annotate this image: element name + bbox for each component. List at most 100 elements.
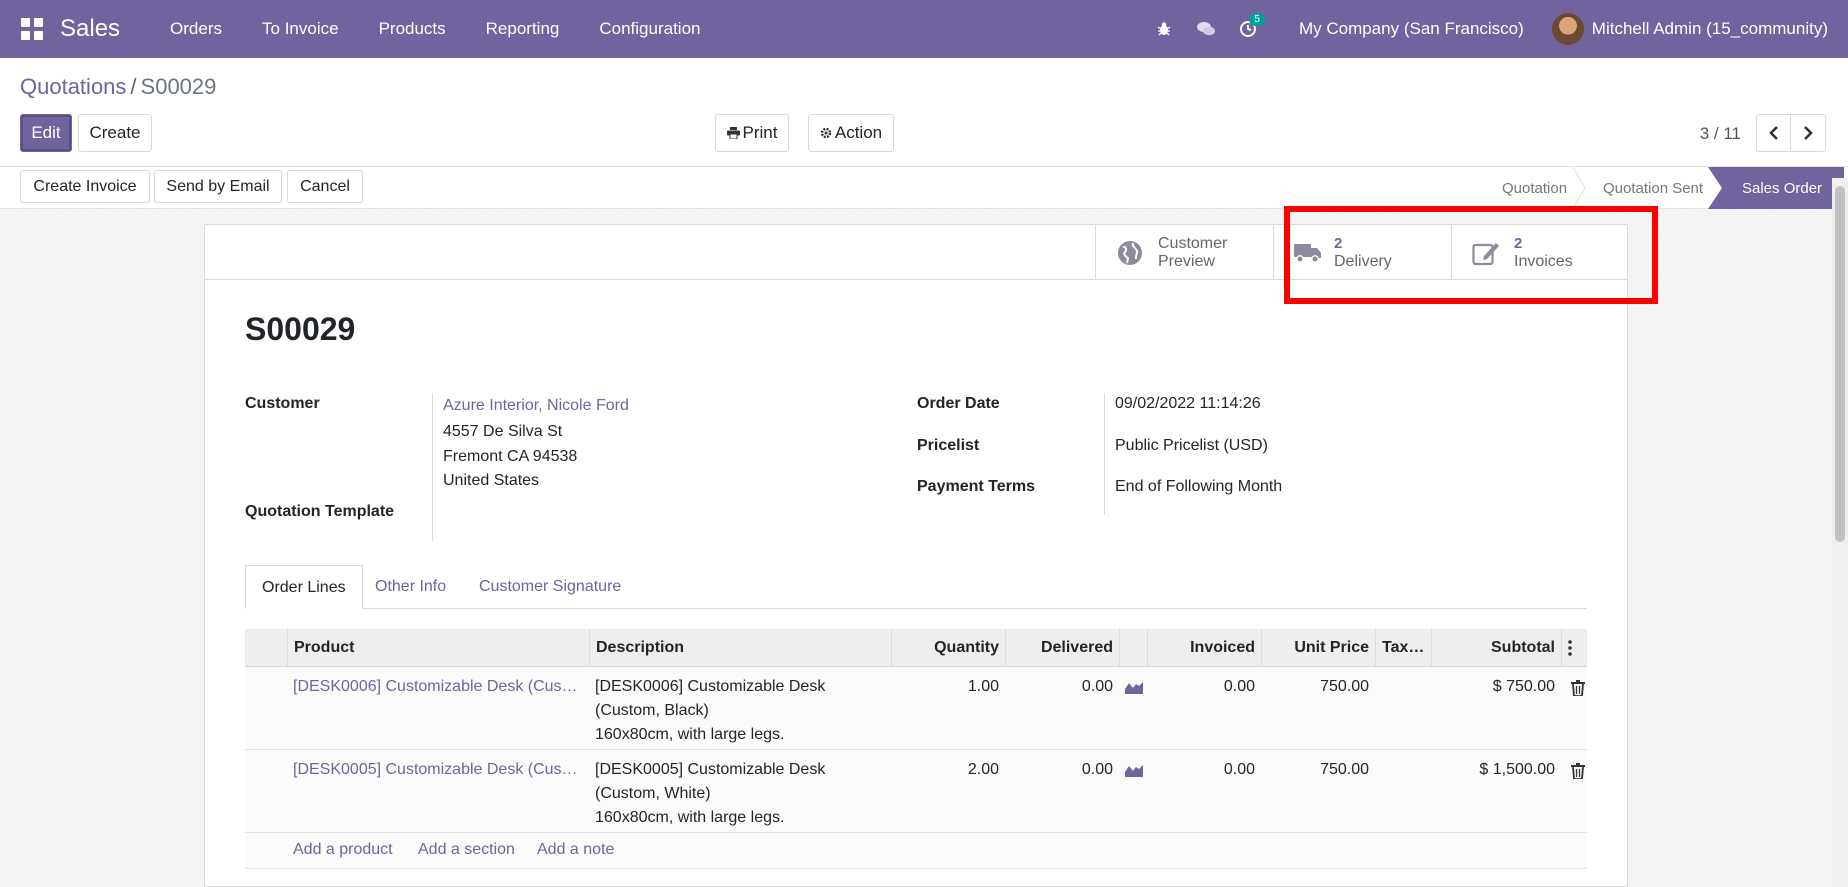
order-date-value: 09/02/2022 11:14:26 bbox=[1115, 395, 1261, 412]
row-delivered: 0.00 bbox=[1081, 678, 1113, 695]
add-line-row: Add a product Add a section Add a note bbox=[245, 833, 1587, 869]
row-description-line: [DESK0005] Customizable Desk bbox=[595, 761, 826, 778]
row-product[interactable]: [DESK0006] Customizable Desk (Cus… bbox=[293, 675, 578, 699]
stage-quotation-sent[interactable]: Quotation Sent bbox=[1603, 167, 1703, 209]
send-by-email-button[interactable]: Send by Email bbox=[154, 170, 282, 203]
row-invoiced: 0.00 bbox=[1223, 678, 1255, 695]
address-country: United States bbox=[443, 472, 540, 489]
tab-customer-signature[interactable]: Customer Signature bbox=[463, 565, 637, 609]
row-description-line: 160x80cm, with large legs. bbox=[595, 726, 785, 743]
order-lines-header: Product Description Quantity Delivered I… bbox=[245, 629, 1587, 667]
add-section-link[interactable]: Add a section bbox=[418, 841, 515, 859]
create-invoice-button[interactable]: Create Invoice bbox=[20, 170, 150, 203]
company-switcher[interactable]: My Company (San Francisco) bbox=[1269, 19, 1552, 39]
tab-other-info[interactable]: Other Info bbox=[359, 565, 462, 609]
pager-next-button[interactable] bbox=[1790, 114, 1826, 152]
row-description-line: [DESK0006] Customizable Desk bbox=[595, 678, 826, 695]
action-button[interactable]: Action bbox=[808, 114, 894, 152]
quotation-template-label: Quotation Template bbox=[245, 503, 395, 520]
menu-reporting[interactable]: Reporting bbox=[466, 0, 580, 58]
column-options-icon[interactable] bbox=[1561, 629, 1587, 667]
row-delivered: 0.00 bbox=[1081, 761, 1113, 778]
bug-icon[interactable] bbox=[1143, 0, 1185, 58]
col-product[interactable]: Product bbox=[287, 629, 583, 667]
order-date-label: Order Date bbox=[917, 395, 1000, 412]
col-description[interactable]: Description bbox=[589, 629, 884, 667]
order-name: S00029 bbox=[245, 311, 356, 347]
row-quantity: 1.00 bbox=[967, 678, 999, 695]
preview-line1: Customer bbox=[1158, 234, 1228, 252]
payment-terms-value: End of Following Month bbox=[1115, 478, 1283, 495]
avatar bbox=[1551, 13, 1584, 45]
menu-products[interactable]: Products bbox=[359, 0, 466, 58]
print-button[interactable]: Print bbox=[715, 114, 789, 152]
top-navbar: Sales Orders To Invoice Products Reporti… bbox=[0, 0, 1848, 58]
row-unit-price: 750.00 bbox=[1320, 678, 1369, 695]
breadcrumb-current: S00029 bbox=[140, 74, 217, 99]
row-subtotal: $ 1,500.00 bbox=[1479, 761, 1555, 778]
field-divider bbox=[1104, 393, 1105, 515]
user-menu[interactable]: Mitchell Admin (15_community) bbox=[1551, 13, 1848, 45]
row-description-line: 160x80cm, with large legs. bbox=[595, 809, 785, 826]
app-name[interactable]: Sales bbox=[60, 15, 120, 43]
tab-order-lines[interactable]: Order Lines bbox=[245, 565, 363, 609]
forecast-chart-icon[interactable] bbox=[1125, 763, 1143, 777]
row-unit-price: 750.00 bbox=[1320, 761, 1369, 778]
main-menu: Orders To Invoice Products Reporting Con… bbox=[150, 0, 720, 58]
pager-value[interactable]: 3 / 11 bbox=[1700, 124, 1741, 144]
stage-arrow bbox=[1572, 167, 1586, 209]
form-sheet: Customer Preview 2 Delivery 2 Invoices S000… bbox=[204, 224, 1628, 887]
table-row[interactable]: [DESK0005] Customizable Desk (Cus… [DESK… bbox=[245, 750, 1587, 833]
customer-link[interactable]: Azure Interior, Nicole Ford bbox=[443, 397, 629, 415]
menu-orders[interactable]: Orders bbox=[150, 0, 242, 58]
printer-icon bbox=[726, 127, 740, 139]
row-subtotal: $ 750.00 bbox=[1492, 678, 1555, 695]
pager-previous-button[interactable] bbox=[1756, 114, 1791, 152]
scrollbar-thumb[interactable] bbox=[1835, 186, 1845, 542]
notebook-tabs: Order Lines Other Info Customer Signatur… bbox=[245, 565, 1587, 609]
gear-icon bbox=[820, 127, 832, 139]
customer-label: Customer bbox=[245, 395, 320, 412]
breadcrumb: Quotations / S00029 bbox=[20, 74, 216, 100]
row-quantity: 2.00 bbox=[967, 761, 999, 778]
pricelist-value: Public Pricelist (USD) bbox=[1115, 437, 1268, 454]
chat-icon[interactable] bbox=[1185, 0, 1227, 58]
stage-quotation[interactable]: Quotation bbox=[1502, 167, 1567, 209]
cancel-button[interactable]: Cancel bbox=[287, 170, 363, 203]
preview-line2: Preview bbox=[1158, 252, 1215, 270]
breadcrumb-quotations[interactable]: Quotations bbox=[20, 74, 126, 99]
activity-badge: 5 bbox=[1249, 13, 1265, 26]
edit-button[interactable]: Edit bbox=[20, 114, 72, 152]
row-description: [DESK0006] Customizable Desk (Custom, Bl… bbox=[595, 675, 825, 747]
row-description-line: (Custom, White) bbox=[595, 785, 711, 802]
menu-configuration[interactable]: Configuration bbox=[579, 0, 720, 58]
col-quantity[interactable]: Quantity bbox=[891, 629, 1005, 667]
stage-sales-order[interactable]: Sales Order bbox=[1708, 167, 1845, 209]
activity-clock-icon[interactable]: 5 bbox=[1227, 0, 1269, 58]
col-subtotal[interactable]: Subtotal bbox=[1431, 629, 1561, 667]
col-invoiced[interactable]: Invoiced bbox=[1147, 629, 1261, 667]
user-name: Mitchell Admin (15_community) bbox=[1591, 19, 1828, 38]
create-button[interactable]: Create bbox=[78, 114, 152, 152]
trash-icon[interactable] bbox=[1571, 680, 1585, 696]
menu-to-invoice[interactable]: To Invoice bbox=[242, 0, 359, 58]
col-delivered[interactable]: Delivered bbox=[1005, 629, 1119, 667]
trash-icon[interactable] bbox=[1571, 763, 1585, 779]
row-product[interactable]: [DESK0005] Customizable Desk (Cus… bbox=[293, 758, 578, 782]
row-invoiced: 0.00 bbox=[1223, 761, 1255, 778]
row-description-line: (Custom, Black) bbox=[595, 702, 709, 719]
table-row[interactable]: [DESK0006] Customizable Desk (Cus… [DESK… bbox=[245, 667, 1587, 750]
col-forecast bbox=[1119, 629, 1147, 667]
col-unit-price[interactable]: Unit Price bbox=[1261, 629, 1375, 667]
forecast-chart-icon[interactable] bbox=[1125, 680, 1143, 694]
customer-preview-button[interactable]: Customer Preview bbox=[1095, 225, 1273, 280]
address-street: 4557 De Silva St bbox=[443, 423, 563, 440]
apps-menu-icon[interactable] bbox=[20, 17, 44, 41]
col-taxes[interactable]: Tax… bbox=[1375, 629, 1431, 667]
action-label: Action bbox=[834, 123, 883, 142]
payment-terms-label: Payment Terms bbox=[917, 478, 1035, 495]
add-note-link[interactable]: Add a note bbox=[537, 841, 614, 859]
add-product-link[interactable]: Add a product bbox=[293, 841, 393, 859]
form-statusbar: Create Invoice Send by Email Cancel Quot… bbox=[0, 167, 1848, 209]
globe-icon bbox=[1116, 239, 1144, 267]
